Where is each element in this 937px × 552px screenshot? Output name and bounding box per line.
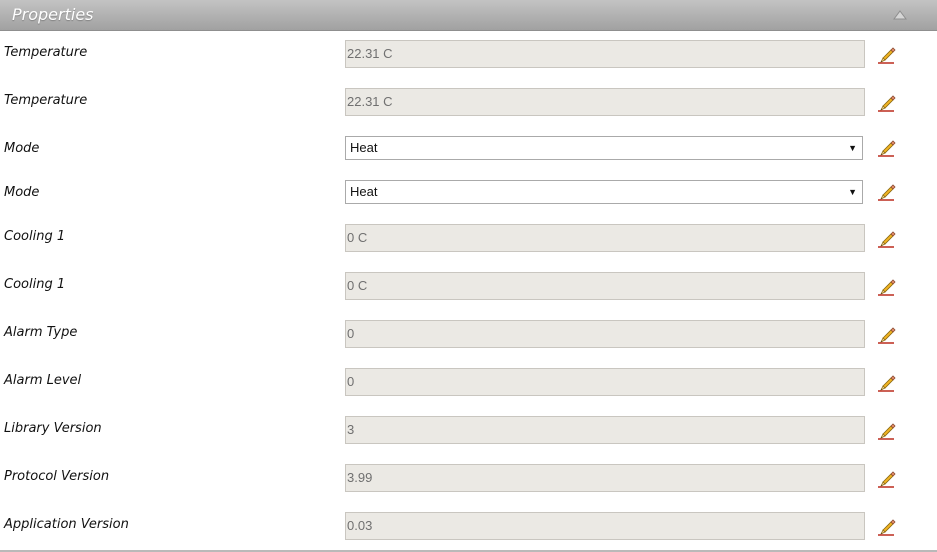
pencil-icon[interactable]	[876, 181, 896, 201]
panel-title: Properties	[12, 5, 94, 24]
mode-select[interactable]: Heat ▼	[345, 136, 863, 160]
panel-header: Properties	[0, 0, 937, 31]
property-label: Temperature	[4, 45, 88, 60]
property-row: Cooling 1 0 C	[0, 263, 937, 311]
pencil-icon[interactable]	[876, 228, 896, 248]
property-row: Library Version 3	[0, 407, 937, 455]
property-value-field[interactable]: 22.31 C	[345, 40, 865, 68]
property-value-field[interactable]: 0	[345, 368, 865, 396]
property-label: Application Version	[4, 517, 129, 532]
pencil-icon[interactable]	[876, 468, 896, 488]
chevron-down-icon: ▼	[848, 143, 857, 153]
pencil-icon[interactable]	[876, 44, 896, 64]
property-row: Alarm Type 0	[0, 311, 937, 359]
property-label: Temperature	[4, 93, 88, 108]
property-row: Application Version 0.03	[0, 503, 937, 549]
property-label: Library Version	[4, 421, 102, 436]
pencil-icon[interactable]	[876, 92, 896, 112]
property-value-field[interactable]: 3	[345, 416, 865, 444]
select-value: Heat	[350, 140, 378, 155]
pencil-icon[interactable]	[876, 372, 896, 392]
property-row: Alarm Level 0	[0, 359, 937, 407]
property-row: Mode Heat ▼	[0, 127, 937, 171]
pencil-icon[interactable]	[876, 420, 896, 440]
property-row: Temperature 22.31 C	[0, 31, 937, 79]
property-label: Cooling 1	[4, 229, 66, 244]
property-value-field[interactable]: 3.99	[345, 464, 865, 492]
properties-panel: Properties Temperature 22.31 C Temperatu…	[0, 0, 937, 552]
pencil-icon[interactable]	[876, 137, 896, 157]
pencil-icon[interactable]	[876, 276, 896, 296]
property-row: Cooling 1 0 C	[0, 215, 937, 263]
select-value: Heat	[350, 184, 378, 199]
collapse-icon[interactable]	[893, 10, 907, 20]
property-row: Temperature 22.31 C	[0, 79, 937, 127]
property-row: Mode Heat ▼	[0, 171, 937, 215]
property-label: Mode	[4, 185, 40, 200]
property-label: Cooling 1	[4, 277, 66, 292]
property-label: Alarm Level	[4, 373, 82, 388]
property-value-field[interactable]: 22.31 C	[345, 88, 865, 116]
mode-select[interactable]: Heat ▼	[345, 180, 863, 204]
property-label: Protocol Version	[4, 469, 110, 484]
property-value-field[interactable]: 0.03	[345, 512, 865, 540]
pencil-icon[interactable]	[876, 516, 896, 536]
chevron-down-icon: ▼	[848, 187, 857, 197]
property-value-field[interactable]: 0 C	[345, 224, 865, 252]
property-value-field[interactable]: 0	[345, 320, 865, 348]
property-label: Alarm Type	[4, 325, 78, 340]
property-label: Mode	[4, 141, 40, 156]
pencil-icon[interactable]	[876, 324, 896, 344]
property-value-field[interactable]: 0 C	[345, 272, 865, 300]
property-row: Protocol Version 3.99	[0, 455, 937, 503]
